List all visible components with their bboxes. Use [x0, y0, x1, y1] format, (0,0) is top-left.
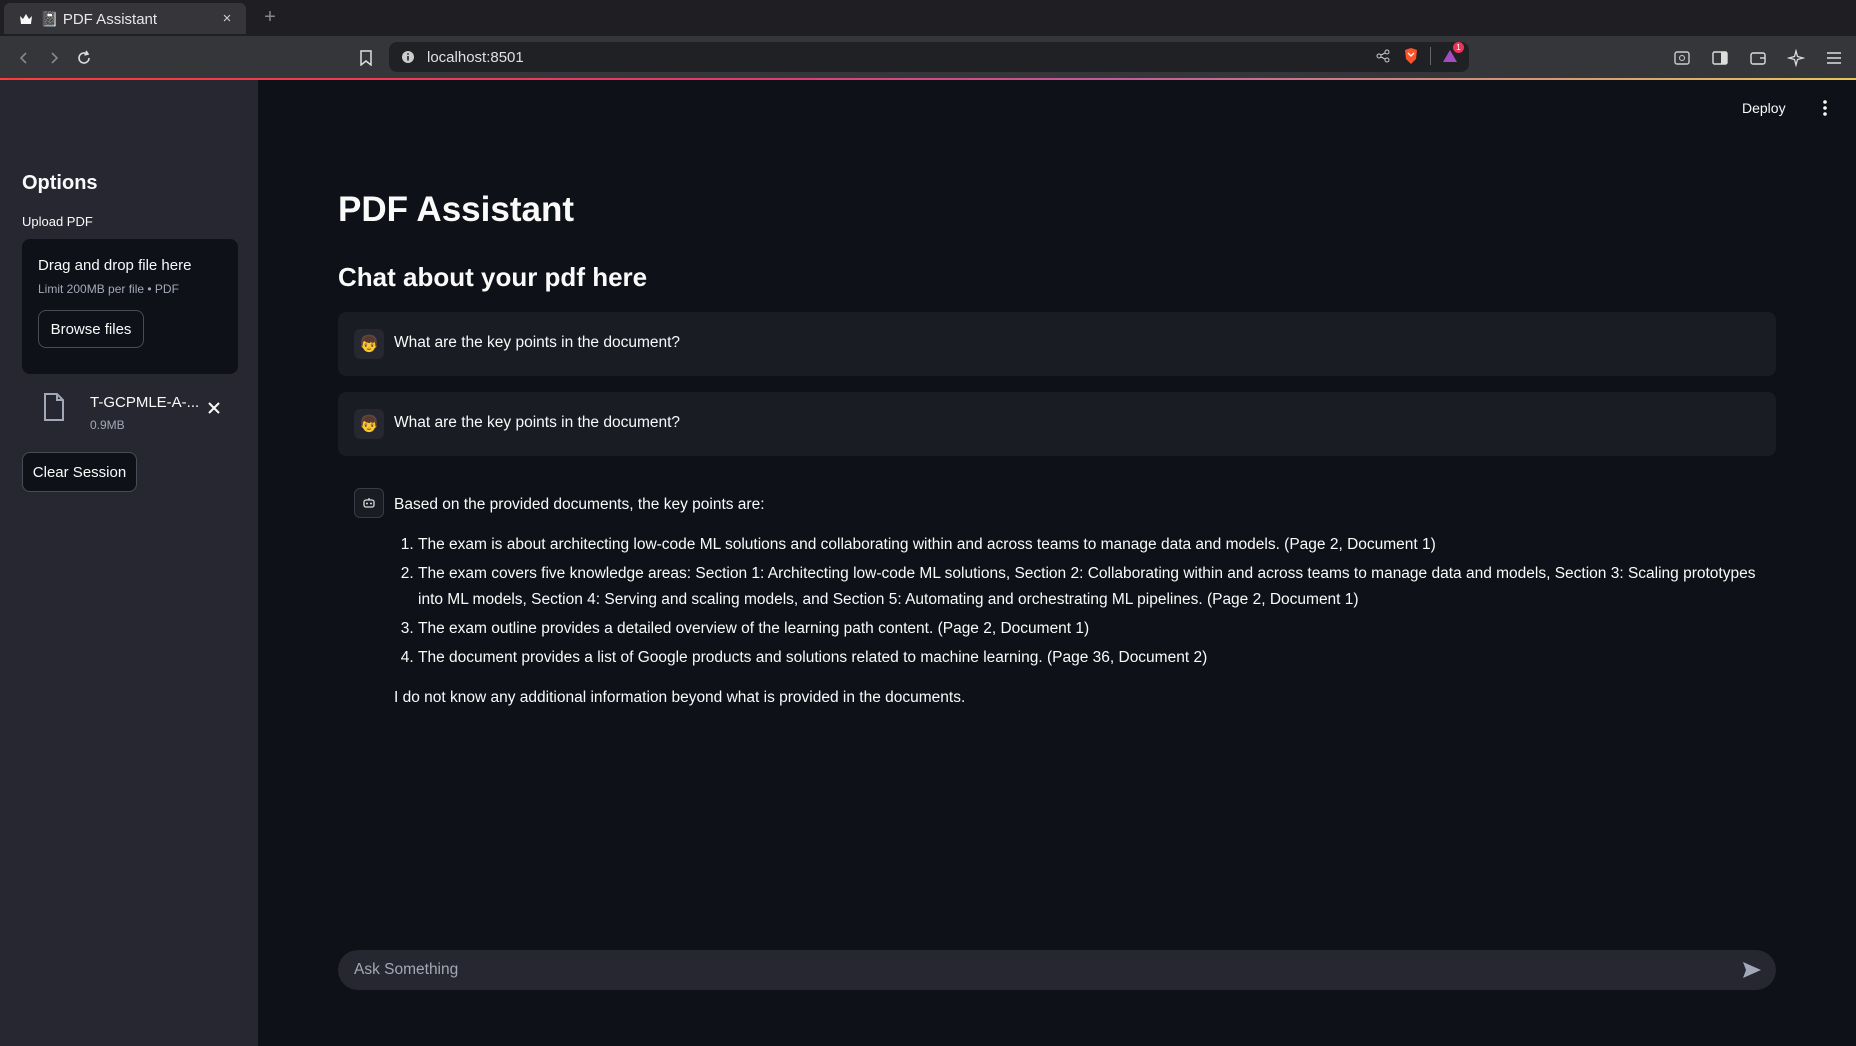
reload-icon[interactable]	[72, 46, 96, 70]
user-avatar: 👦	[354, 409, 384, 439]
browser-tab-bar: 📓 PDF Assistant × +	[0, 0, 1856, 36]
assistant-message-body: Based on the provided documents, the key…	[394, 492, 1764, 711]
tab-title: 📓 PDF Assistant	[40, 10, 158, 28]
sidebar-toggle-icon[interactable]	[1708, 46, 1732, 70]
address-separator	[1430, 47, 1431, 65]
answer-point: The exam outline provides a detailed ove…	[418, 616, 1764, 642]
share-icon[interactable]	[1374, 46, 1392, 66]
sidebar-title: Options	[22, 172, 98, 194]
new-tab-button[interactable]: +	[258, 6, 282, 29]
wallet-icon[interactable]	[1746, 46, 1770, 70]
site-info-icon[interactable]	[399, 48, 417, 66]
message-text: What are the key points in the document?	[394, 414, 681, 431]
page-title: PDF Assistant	[338, 190, 574, 229]
address-bar[interactable]: localhost:8501 1	[389, 42, 1469, 72]
back-icon[interactable]	[12, 46, 36, 70]
deploy-button[interactable]: Deploy	[1742, 100, 1786, 116]
notification-badge: 1	[1453, 42, 1464, 53]
chat-message-user: 👦 What are the key points in the documen…	[338, 392, 1776, 456]
dropzone-limit: Limit 200MB per file • PDF	[38, 282, 179, 296]
answer-point: The document provides a list of Google p…	[418, 645, 1764, 671]
app-favicon-icon	[18, 11, 34, 27]
answer-point: The exam is about architecting low-code …	[418, 532, 1764, 558]
leo-ai-icon[interactable]	[1784, 46, 1808, 70]
loading-accent-bar	[0, 78, 1856, 80]
answer-closing: I do not know any additional information…	[394, 689, 966, 706]
file-dropzone[interactable]: Drag and drop file here Limit 200MB per …	[22, 239, 238, 374]
page-subtitle: Chat about your pdf here	[338, 262, 648, 292]
answer-points: The exam is about architecting low-code …	[394, 532, 1764, 671]
sidebar: Options Upload PDF Drag and drop file he…	[0, 80, 258, 1046]
screenshot-icon[interactable]	[1670, 46, 1694, 70]
dropzone-title: Drag and drop file here	[38, 257, 192, 274]
forward-icon[interactable]	[42, 46, 66, 70]
tab-close-icon[interactable]: ×	[218, 10, 236, 27]
brave-rewards-icon[interactable]: 1	[1441, 42, 1464, 66]
message-text: What are the key points in the document?	[394, 334, 681, 351]
file-icon	[42, 392, 68, 422]
browser-tab[interactable]: 📓 PDF Assistant ×	[4, 3, 246, 34]
chat-message-user: 👦 What are the key points in the documen…	[338, 312, 1776, 376]
chat-input[interactable]	[338, 950, 1740, 990]
remove-file-icon[interactable]	[204, 398, 224, 418]
user-avatar: 👦	[354, 329, 384, 359]
uploaded-file: T-GCPMLE-A-... 0.9MB	[42, 386, 238, 432]
browse-files-button[interactable]: Browse files	[38, 310, 144, 348]
assistant-avatar-icon	[354, 488, 384, 518]
url-text: localhost:8501	[427, 48, 524, 66]
chat-input-container	[338, 950, 1776, 990]
file-name: T-GCPMLE-A-...	[90, 394, 200, 411]
upload-label: Upload PDF	[22, 214, 93, 229]
brave-shield-icon[interactable]	[1402, 46, 1420, 66]
browser-toolbar: localhost:8501 1	[0, 36, 1856, 80]
menu-icon[interactable]	[1822, 46, 1846, 70]
send-icon[interactable]	[1740, 958, 1764, 982]
file-size: 0.9MB	[90, 418, 125, 432]
answer-intro: Based on the provided documents, the key…	[394, 496, 765, 513]
answer-point: The exam covers five knowledge areas: Se…	[418, 561, 1764, 613]
clear-session-button[interactable]: Clear Session	[22, 452, 137, 492]
main-menu-icon[interactable]	[1818, 98, 1832, 118]
bookmark-icon[interactable]	[354, 46, 378, 70]
